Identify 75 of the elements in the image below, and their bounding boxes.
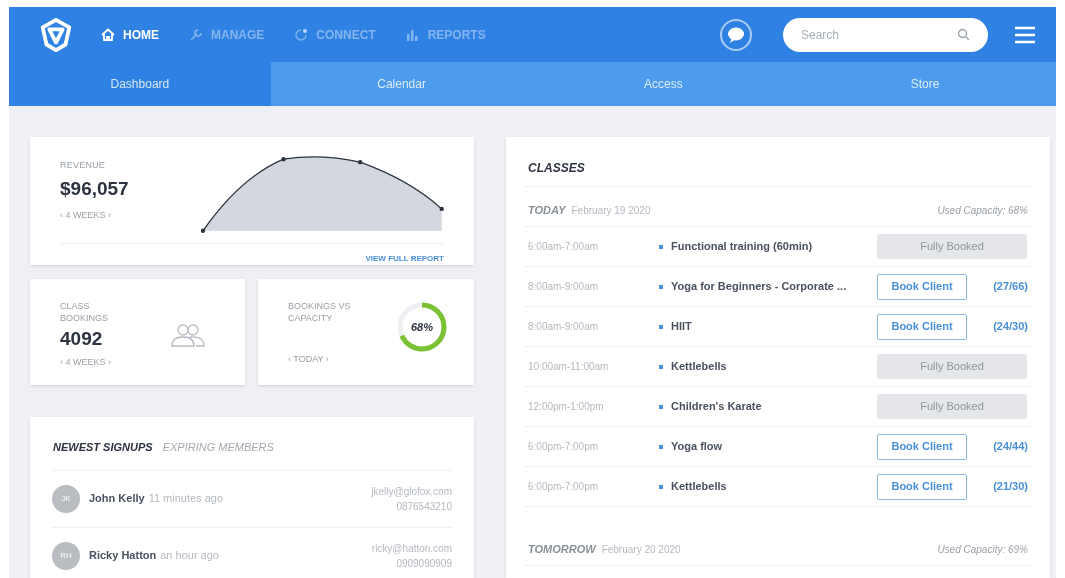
chat-icon[interactable] — [719, 17, 753, 52]
class-time: 8:00am-9:00am — [528, 280, 600, 294]
card-title: CLASSES — [524, 159, 1032, 187]
tab[interactable]: Dashboard — [9, 62, 271, 106]
period-selector[interactable]: ‹ 4 WEEKS › — [60, 209, 202, 223]
class-name: Yoga for Beginners - Corporate ... — [671, 279, 848, 295]
member-phone: 0909090909 — [396, 556, 452, 571]
nav-item[interactable]: MANAGE — [189, 25, 265, 44]
search-field[interactable]: Search — [783, 17, 988, 52]
day-label: TODAY — [528, 203, 566, 218]
card-label: REVENUE — [60, 159, 107, 172]
book-client-button[interactable]: Book Client — [877, 433, 967, 460]
booking-count: (27/66) — [992, 279, 1028, 295]
signup-time: an hour ago — [160, 548, 219, 564]
fully-booked-button[interactable]: Fully Booked — [877, 394, 1027, 419]
signup-time: 11 minutes ago — [148, 491, 224, 507]
card-label: BOOKINGS VS CAPACITY — [288, 300, 352, 324]
bullet-icon — [659, 364, 663, 369]
nav-item[interactable]: CONNECT — [294, 25, 376, 44]
bookings-value: 4092 — [60, 327, 104, 351]
people-icon — [170, 323, 206, 347]
booking-count: (24/44) — [992, 439, 1028, 455]
wrench-icon — [189, 27, 203, 42]
card-label: CLASS BOOKINGS — [60, 300, 109, 324]
menu-icon[interactable] — [1014, 25, 1036, 44]
booking-count: (21/30) — [992, 479, 1028, 495]
used-capacity: Used Capacity: 69% — [937, 543, 1028, 557]
member-email: ricky@hatton.com — [371, 541, 452, 556]
house-icon — [101, 27, 115, 42]
avatar: JK — [52, 484, 80, 513]
class-name: Kettlebells — [671, 359, 728, 375]
bullet-icon — [659, 284, 663, 289]
book-client-button[interactable]: Book Client — [877, 473, 967, 500]
used-capacity: Used Capacity: 68% — [937, 204, 1028, 218]
bullet-icon — [659, 244, 663, 249]
member-name: John Kelly — [89, 491, 145, 507]
bullet-icon — [659, 444, 663, 449]
bullet-icon — [659, 324, 663, 329]
member-email: jkelly@glofox.com — [371, 484, 452, 499]
period-selector[interactable]: ‹ 4 WEEKS › — [60, 355, 170, 369]
book-client-button[interactable]: Book Client — [877, 273, 967, 300]
class-name: Kettlebells — [671, 479, 728, 495]
bullet-icon — [659, 404, 663, 409]
view-report-link[interactable]: VIEW FULL REPORT — [365, 253, 444, 265]
member-name: Ricky Hatton — [89, 548, 157, 564]
day-date: February 20 2020 — [601, 543, 681, 557]
class-name: Functional training (60min) — [671, 239, 814, 255]
class-name: Yoga flow — [671, 439, 724, 455]
fully-booked-button[interactable]: Fully Booked — [877, 354, 1027, 379]
member-phone: 0876543210 — [396, 499, 452, 514]
nav-item[interactable]: REPORTS — [405, 25, 486, 44]
bullet-icon — [659, 484, 663, 489]
class-time: 6:00am-7:00am — [528, 240, 600, 254]
class-time: 10:00am-11:00am — [528, 360, 610, 374]
fully-booked-button[interactable]: Fully Booked — [877, 234, 1027, 259]
class-name: Children's Karate — [671, 399, 763, 415]
class-time: 8:00am-9:00am — [528, 320, 600, 334]
nav-item[interactable]: HOME — [101, 25, 159, 44]
bar-chart-icon — [405, 27, 420, 42]
period-selector[interactable]: ‹ TODAY › — [288, 353, 396, 367]
capacity-reading: 68% — [410, 319, 434, 335]
booking-count: (24/30) — [992, 319, 1028, 335]
book-client-button[interactable]: Book Client — [877, 313, 967, 340]
class-time: 6:00pm-7:00pm — [528, 480, 600, 494]
day-date: February 19 2020 — [571, 204, 651, 218]
day-label: TOMORROW — [528, 542, 596, 557]
tab[interactable]: EXPIRING MEMBERS — [162, 439, 274, 456]
tab[interactable]: NEWEST SIGNUPS — [53, 439, 153, 456]
avatar: RH — [52, 541, 80, 570]
search-icon[interactable] — [957, 27, 970, 41]
class-name: HIIT — [671, 319, 693, 335]
revenue-value: $96,057 — [60, 176, 130, 201]
class-time: 12:00pm-1:00pm — [528, 400, 605, 414]
circle-dot-icon — [294, 27, 309, 42]
class-time: 6:00pm-7:00pm — [528, 440, 600, 454]
